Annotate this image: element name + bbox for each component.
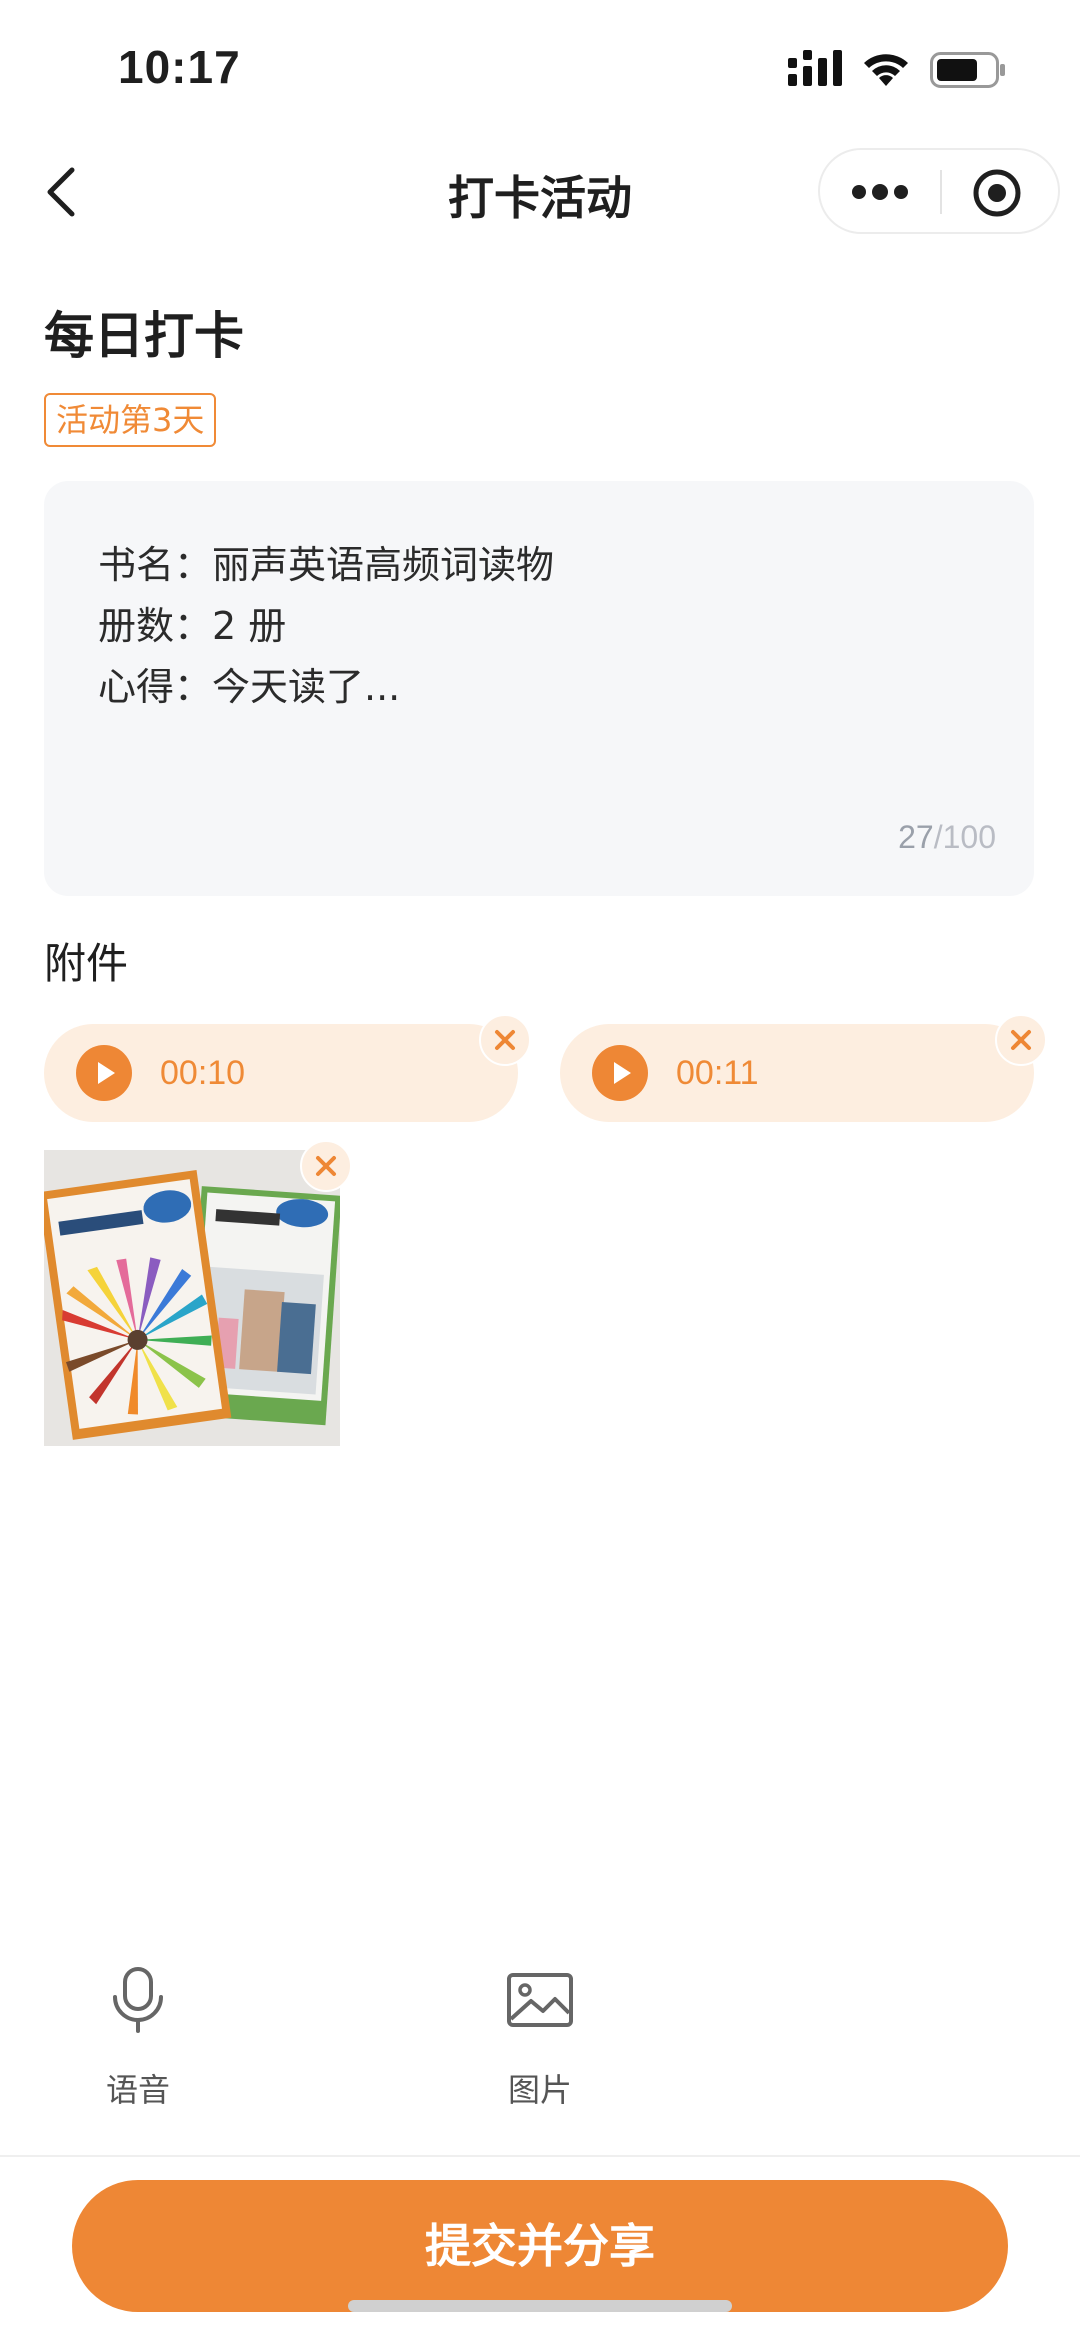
entry-line-notes: 心得：今天读了... [98, 665, 401, 709]
activity-title: 每日打卡 [44, 307, 244, 365]
image-tool-label: 图片 [507, 2071, 572, 2109]
entry-line-volumes: 册数：2 册 [98, 604, 287, 648]
attachments-label: 附件 [44, 939, 129, 988]
image-tool-button[interactable]: 图片 [470, 1965, 610, 2109]
toolbar-divider [0, 2155, 1080, 2157]
play-icon[interactable] [592, 1045, 648, 1101]
remove-image-button[interactable] [300, 1140, 352, 1192]
voice-tool-label: 语音 [105, 2071, 170, 2109]
close-miniprogram-icon[interactable] [972, 168, 1022, 218]
activity-day-badge: 活动第3天 [44, 393, 217, 447]
status-time: 10:17 [118, 41, 241, 93]
microphone-icon [113, 1967, 163, 2033]
more-icon[interactable] [850, 176, 910, 208]
battery-icon [930, 52, 1005, 88]
char-counter: 27/100 [898, 819, 996, 855]
submit-share-button[interactable]: 提交并分享 [72, 2180, 1008, 2312]
home-indicator [348, 2300, 732, 2312]
voice-attachment[interactable]: 00:10 [44, 1024, 518, 1122]
entry-line-book: 书名：丽声英语高频词读物 [98, 543, 555, 587]
checkin-textarea[interactable]: 书名：丽声英语高频词读物 册数：2 册 心得：今天读了... 27/100 [44, 481, 1034, 896]
capsule-divider [940, 170, 942, 214]
image-icon [507, 1973, 573, 2027]
voice-duration: 00:11 [676, 1054, 759, 1092]
play-icon[interactable] [76, 1045, 132, 1101]
wifi-icon [864, 54, 908, 86]
mini-program-capsule [818, 148, 1060, 234]
image-attachment[interactable] [44, 1150, 340, 1446]
remove-voice-button[interactable] [995, 1014, 1047, 1066]
voice-attachment[interactable]: 00:11 [560, 1024, 1034, 1122]
voice-tool-button[interactable]: 语音 [68, 1965, 208, 2109]
signal-icon [788, 50, 842, 86]
book-photo [44, 1150, 340, 1446]
remove-voice-button[interactable] [479, 1014, 531, 1066]
textarea-content: 书名：丽声英语高频词读物 册数：2 册 心得：今天读了... [98, 535, 554, 718]
voice-duration: 00:10 [160, 1054, 246, 1092]
